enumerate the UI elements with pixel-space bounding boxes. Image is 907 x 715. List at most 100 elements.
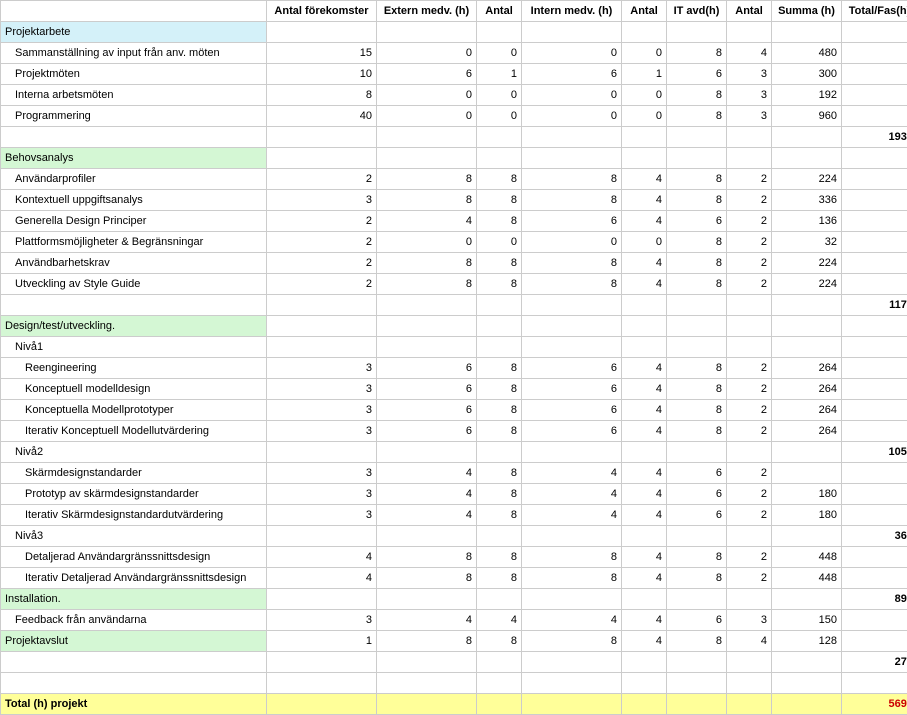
section-title: Installation.	[1, 589, 267, 610]
cell-empty	[1, 295, 267, 316]
cell-empty	[622, 673, 667, 694]
row-value: 6	[377, 358, 477, 379]
row-value: 3	[727, 64, 772, 85]
cell-empty	[667, 694, 727, 715]
row-value: 4	[377, 484, 477, 505]
row-value	[842, 358, 907, 379]
row-value: 3	[267, 463, 377, 484]
row-value: 8	[477, 463, 522, 484]
row-value: 2	[727, 568, 772, 589]
table-row: Konceptuell modelldesign3686482264	[1, 379, 907, 400]
row-value: 4	[622, 568, 667, 589]
row-value: 8	[477, 358, 522, 379]
row-value: 224	[772, 274, 842, 295]
cell-empty	[477, 337, 522, 358]
section-title: Projektarbete	[1, 22, 267, 43]
table-row: Projektmöten10616163300	[1, 64, 907, 85]
cell-empty	[727, 337, 772, 358]
cell-empty	[1, 127, 267, 148]
row-value: 3	[267, 358, 377, 379]
row-label: Interna arbetsmöten	[1, 85, 267, 106]
row-value: 4	[622, 484, 667, 505]
cell-empty	[772, 673, 842, 694]
cell-empty	[477, 652, 522, 673]
row-label: Skärmdesignstandarder	[1, 463, 267, 484]
row-value: 0	[377, 43, 477, 64]
row-value: 2	[267, 211, 377, 232]
row-value: 2	[727, 400, 772, 421]
row-value: 2	[727, 484, 772, 505]
cell-empty	[667, 589, 727, 610]
cell-empty	[842, 337, 907, 358]
cell-empty	[477, 526, 522, 547]
row-value: 2	[267, 253, 377, 274]
cell-empty	[842, 673, 907, 694]
row-value: 8	[522, 547, 622, 568]
row-value: 6	[522, 64, 622, 85]
row-value: 0	[522, 232, 622, 253]
cell-empty	[267, 148, 377, 169]
row-value: 4	[377, 505, 477, 526]
row-value	[842, 421, 907, 442]
row-value: 4	[522, 505, 622, 526]
cell-empty	[622, 589, 667, 610]
subtotal-row: 1176	[1, 295, 907, 316]
cell-empty	[842, 148, 907, 169]
cell-empty	[522, 673, 622, 694]
cell-empty	[667, 127, 727, 148]
cell-empty	[727, 22, 772, 43]
row-value	[842, 85, 907, 106]
cell-empty	[522, 148, 622, 169]
cell-empty	[522, 337, 622, 358]
cell-empty	[772, 316, 842, 337]
col-header: Antal förekomster	[267, 1, 377, 22]
row-value: 8	[667, 421, 727, 442]
row-value: 8	[667, 253, 727, 274]
row-value: 6	[522, 400, 622, 421]
cell-empty	[772, 127, 842, 148]
table-row: Iterativ Konceptuell Modellutvärdering36…	[1, 421, 907, 442]
cell-empty	[622, 337, 667, 358]
row-value: 6	[522, 358, 622, 379]
table-row: Reengineering3686482264	[1, 358, 907, 379]
row-label: Iterativ Konceptuell Modellutvärdering	[1, 421, 267, 442]
row-label: Kontextuell uppgiftsanalys	[1, 190, 267, 211]
cell-empty	[522, 652, 622, 673]
row-value: 6	[522, 379, 622, 400]
row-value: 6	[667, 484, 727, 505]
row-value: 136	[772, 211, 842, 232]
row-value: 2	[727, 169, 772, 190]
cell-empty	[522, 526, 622, 547]
cell-empty	[622, 694, 667, 715]
cell-empty	[772, 694, 842, 715]
row-value: 3	[267, 379, 377, 400]
cell-empty	[772, 442, 842, 463]
cell-empty	[522, 589, 622, 610]
section-title: Behovsanalys	[1, 148, 267, 169]
row-value: 8	[667, 631, 727, 652]
group-header: Nivå21056	[1, 442, 907, 463]
row-value: 0	[377, 232, 477, 253]
cell-empty	[377, 589, 477, 610]
row-value: 8	[477, 421, 522, 442]
section-title: Design/test/utveckling.	[1, 316, 267, 337]
cell-empty	[622, 127, 667, 148]
cell-empty	[267, 442, 377, 463]
cell-empty	[377, 316, 477, 337]
cell-empty	[772, 589, 842, 610]
row-value: 8	[477, 631, 522, 652]
table-row: Sammanställning av input från anv. möten…	[1, 43, 907, 64]
subtotal-row: 278	[1, 652, 907, 673]
table-body: ProjektarbeteSammanställning av input fr…	[1, 22, 907, 715]
table-row: Plattformsmöjligheter & Begränsningar200…	[1, 232, 907, 253]
col-header: Antal	[477, 1, 522, 22]
cell-empty	[727, 526, 772, 547]
row-label: Iterativ Detaljerad Användargränssnittsd…	[1, 568, 267, 589]
cell-empty	[727, 652, 772, 673]
table-row: Skärmdesignstandarder3484462	[1, 463, 907, 484]
cell-empty	[377, 22, 477, 43]
cell-empty	[667, 673, 727, 694]
row-value: 8	[667, 274, 727, 295]
cell-empty	[267, 295, 377, 316]
row-value: 8	[522, 568, 622, 589]
